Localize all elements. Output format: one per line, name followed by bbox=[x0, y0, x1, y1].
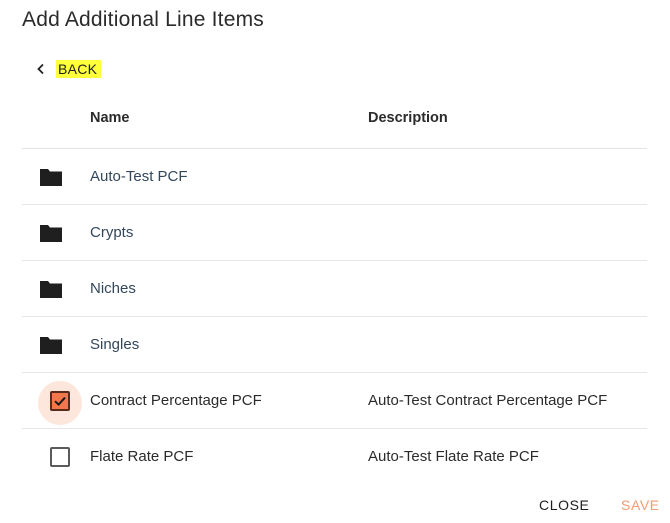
row-description: Auto-Test Contract Percentage PCF bbox=[368, 392, 608, 409]
back-label: BACK bbox=[56, 60, 102, 78]
table-row-folder[interactable]: Auto-Test PCF bbox=[22, 149, 647, 205]
column-header-description: Description bbox=[368, 110, 448, 126]
row-name: Singles bbox=[90, 336, 140, 353]
folder-icon bbox=[36, 218, 66, 248]
table-header: Name Description bbox=[22, 94, 647, 149]
dialog-title: Add Additional Line Items bbox=[22, 8, 264, 31]
row-name: Flate Rate PCF bbox=[90, 448, 194, 465]
back-button[interactable]: BACK bbox=[30, 58, 102, 80]
row-name: Auto-Test PCF bbox=[90, 168, 188, 185]
dialog-actions: CLOSE SAVE bbox=[0, 497, 670, 517]
table-row-folder[interactable]: Niches bbox=[22, 261, 647, 317]
line-items-table: Name Description Auto-Test PCF Crypts Ni… bbox=[22, 94, 647, 484]
folder-icon bbox=[36, 330, 66, 360]
folder-icon bbox=[36, 162, 66, 192]
column-header-name: Name bbox=[90, 110, 130, 126]
row-description: Auto-Test Flate Rate PCF bbox=[368, 448, 539, 465]
save-button[interactable]: SAVE bbox=[621, 497, 660, 513]
row-name: Contract Percentage PCF bbox=[90, 392, 262, 409]
table-row-item: Flate Rate PCF Auto-Test Flate Rate PCF bbox=[22, 429, 647, 484]
table-row-item: Contract Percentage PCF Auto-Test Contra… bbox=[22, 373, 647, 429]
folder-icon bbox=[36, 274, 66, 304]
row-name: Crypts bbox=[90, 224, 134, 241]
chevron-left-icon bbox=[30, 58, 52, 80]
row-name: Niches bbox=[90, 280, 136, 297]
checkbox-checked-icon[interactable] bbox=[50, 391, 70, 411]
checkbox-unchecked-icon[interactable] bbox=[50, 447, 70, 467]
close-button[interactable]: CLOSE bbox=[539, 497, 589, 513]
table-row-folder[interactable]: Crypts bbox=[22, 205, 647, 261]
table-row-folder[interactable]: Singles bbox=[22, 317, 647, 373]
